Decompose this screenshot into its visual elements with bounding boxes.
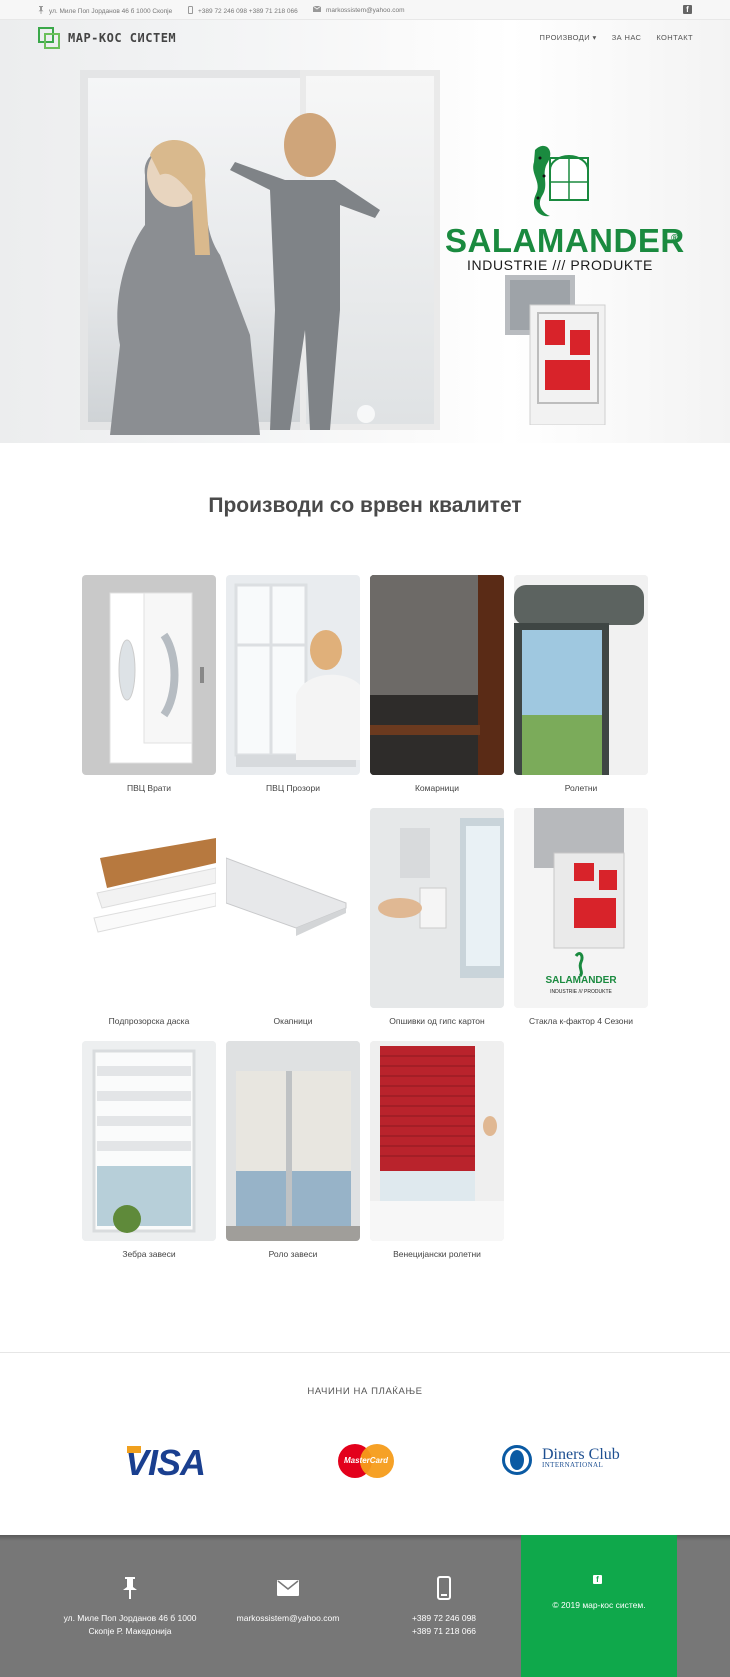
hero-banner: SALAMANDER ® INDUSTRIE /// PRODUKTE [0,20,730,443]
topbar-email[interactable]: markossistem@yahoo.com [312,5,404,14]
product-card[interactable]: Роло завеси [226,1041,360,1259]
chevron-down-icon: ▾ [592,33,597,42]
topbar-address-text: ул. Миле Поп Јорданов 46 б 1000 Скопје [49,7,173,15]
brand-name: SALAMANDER ® [445,222,685,259]
site-footer: ул. Миле Поп Јорданов 46 б 1000 Скопје Р… [0,1535,730,1677]
hero-child-figure [230,113,380,430]
product-card[interactable]: Окапници [226,808,360,1026]
footer-phones: +389 72 246 098 +389 71 218 066 [374,1575,514,1638]
products-title: Производи со врвен квалитет [208,494,522,517]
svg-text:INDUSTRIE /// PRODUKTE: INDUSTRIE /// PRODUKTE [550,989,612,995]
main-nav: ПРОИЗВОДИ ▾ ЗА НАС КОНТАКТ [540,33,693,42]
shutter-image [514,575,648,775]
product-card[interactable]: Подпрозорска даска [82,808,216,1026]
section-divider [0,1352,730,1353]
pin-icon [60,1575,200,1600]
logo-text: МАР-КОС СИСТЕМ [68,31,177,45]
product-card[interactable]: Зебра завеси [82,1041,216,1259]
roller-blind-image [226,1041,360,1241]
mastercard-logo: MasterCard [338,1444,394,1478]
product-label: ПВЦ Врати [126,783,171,793]
topbar-address: ул. Миле Поп Јорданов 46 б 1000 Скопје [38,6,172,16]
window-profile-image [505,275,606,425]
product-label: Ролетни [564,783,598,793]
topbar-phones-text: +389 72 246 098 +389 71 218 066 [198,7,298,15]
glass-profile-image: SALAMANDER INDUSTRIE /// PRODUKTE [514,808,648,1008]
topbar-email-text[interactable]: markossistem@yahoo.com [326,7,404,14]
phone-icon [374,1575,514,1600]
facebook-icon[interactable]: f [593,1575,602,1584]
drywall-image [370,808,504,1008]
logo-squares-icon [38,27,62,49]
product-card[interactable]: ПВЦ Врати [82,575,216,793]
top-info-bar: ул. Миле Поп Јорданов 46 б 1000 Скопје +… [0,0,730,20]
slider-dot[interactable] [357,405,375,423]
copyright-text: © 2019 мар-кос систем. [552,1600,646,1610]
product-card[interactable]: Комарници [370,575,504,793]
door-image [82,575,216,775]
product-label: ПВЦ Прозори [266,783,320,793]
product-card[interactable]: SALAMANDER INDUSTRIE /// PRODUKTE Стакла… [514,808,648,1026]
envelope-icon [218,1575,358,1600]
diners-club-logo: Diners Club INTERNATIONAL [502,1445,620,1475]
product-label: Окапници [273,1016,313,1026]
facebook-icon[interactable]: f [683,5,692,14]
nav-about[interactable]: ЗА НАС [612,33,642,42]
product-label: Венецијански ролетни [393,1249,481,1259]
product-label: Роло завеси [268,1249,318,1259]
product-card[interactable]: Венецијански ролетни [370,1041,504,1259]
product-label: Опшивки од гипс картон [389,1016,485,1026]
venetian-blind-image [370,1041,504,1241]
salamander-emblem-icon [533,145,589,217]
nav-contact[interactable]: КОНТАКТ [656,33,693,42]
payment-title: НАЧИНИ НА ПЛАЌАЊЕ [307,1386,423,1397]
topbar-phones: +389 72 246 098 +389 71 218 066 [188,6,298,16]
footer-copyright-panel: f © 2019 мар-кос систем. [521,1535,677,1677]
product-label: Подпрозорска даска [108,1016,190,1026]
product-card[interactable]: Опшивки од гипс картон [370,808,504,1026]
envelope-icon [312,5,322,14]
mosquito-net-image [370,575,504,775]
visa-logo: VISA [125,1442,206,1483]
product-label: Зебра завеси [122,1249,176,1259]
zebra-blind-image [82,1041,216,1241]
phone-icon [188,6,193,16]
product-card[interactable]: ПВЦ Прозори [226,575,360,793]
product-label: Комарници [414,783,460,793]
diners-club-icon [502,1445,538,1475]
product-card[interactable]: Ролетни [514,575,648,793]
salamander-brand: SALAMANDER ® INDUSTRIE /// PRODUKTE [445,140,685,273]
pin-icon [38,6,44,16]
site-logo[interactable]: МАР-КОС СИСТЕМ [38,27,176,49]
window-image [226,575,360,775]
product-label: Стакла к-фактор 4 Сезони [529,1016,633,1026]
sill-board-image [82,808,216,1008]
footer-email[interactable]: markossistem@yahoo.com [218,1575,358,1625]
brand-subtitle: INDUSTRIE /// PRODUKTE [467,257,653,273]
drip-edge-image [226,808,360,1008]
nav-products[interactable]: ПРОИЗВОДИ ▾ [540,33,597,42]
footer-address: ул. Миле Поп Јорданов 46 б 1000 Скопје Р… [60,1575,200,1638]
